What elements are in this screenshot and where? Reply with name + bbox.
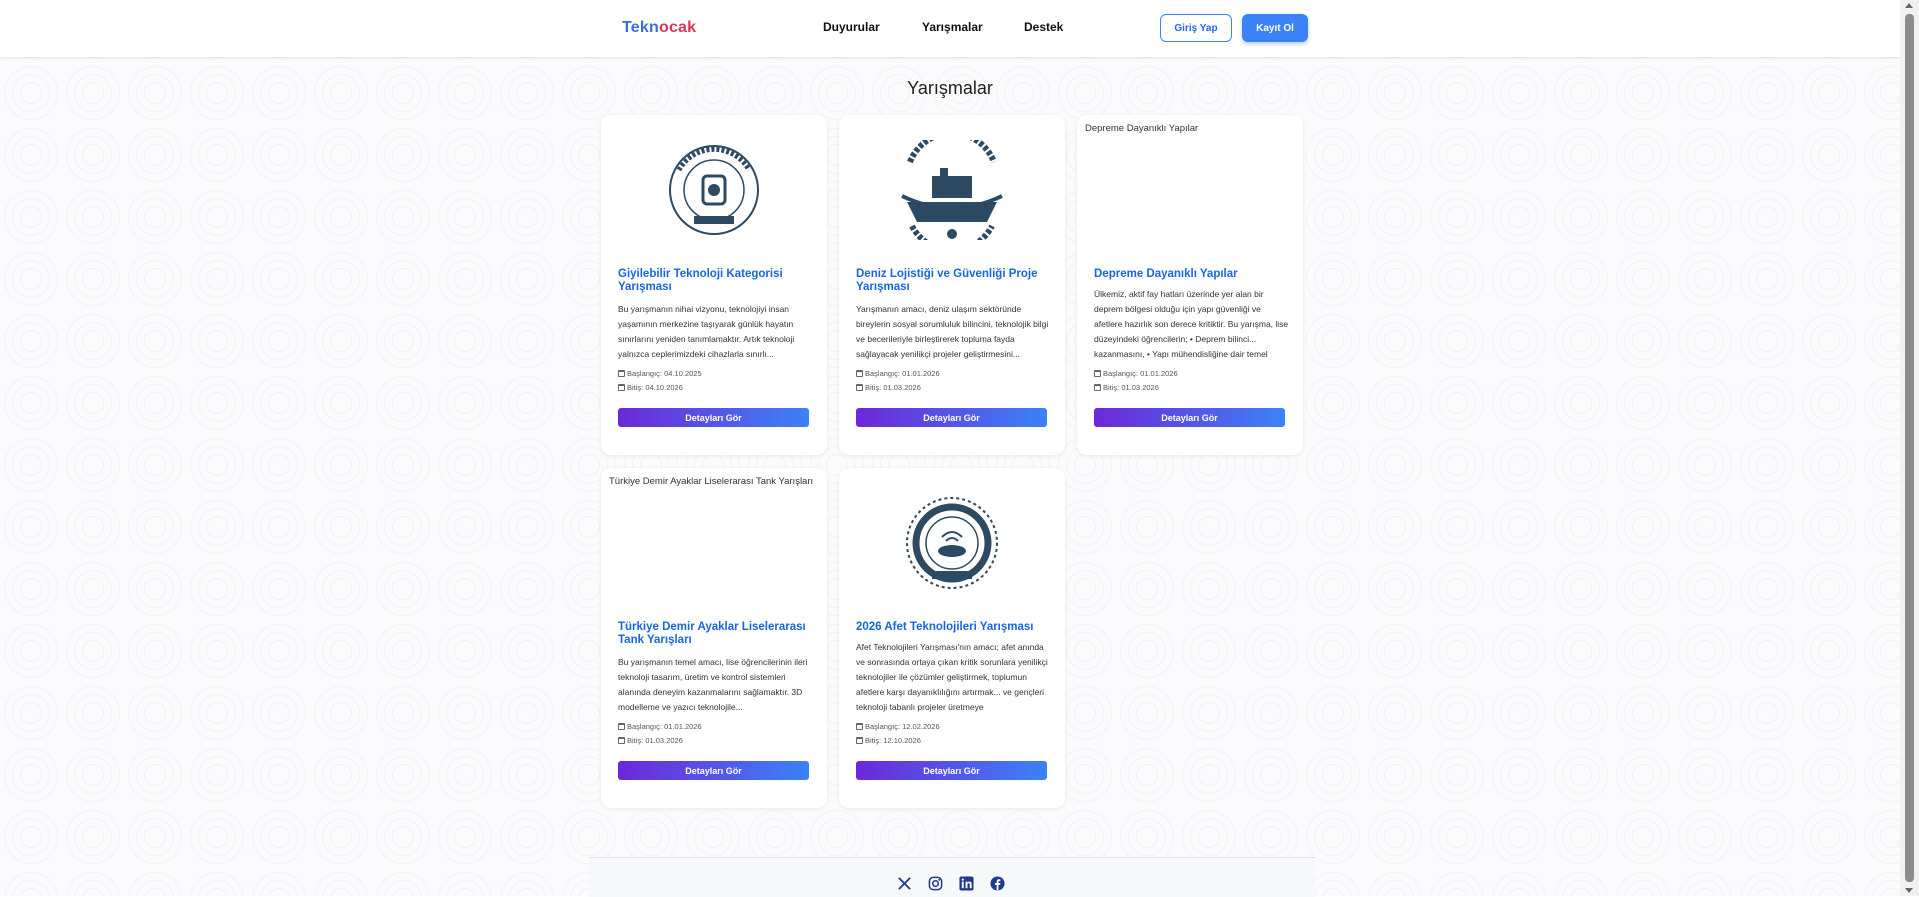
competition-card: Türkiye Demir Ayaklar Liselerarası Tank … [601,468,827,808]
calendar-icon [1094,370,1101,377]
calendar-icon [618,737,625,744]
instagram-icon[interactable] [927,875,943,891]
calendar-icon [618,723,625,730]
details-button[interactable]: Detayları Gör [856,761,1047,780]
calendar-icon [618,370,625,377]
start-date-text: Başlangıç: 01.01.2026 [865,369,940,378]
end-date: Bitiş: 01.03.2026 [1094,383,1159,392]
footer [589,857,1315,897]
card-image-broken: Türkiye Demir Ayaklar Liselerarası Tank … [601,468,827,618]
start-date: Başlangıç: 01.01.2026 [618,722,702,731]
calendar-icon [856,737,863,744]
login-button[interactable]: Giriş Yap [1160,14,1232,42]
competition-card: Giyilebilir Teknoloji Kategorisi Yarışma… [601,115,827,455]
details-button[interactable]: Detayları Gör [618,761,809,780]
nav-link-destek[interactable]: Destek [1024,20,1063,34]
card-title[interactable]: Deniz Lojistiği ve Güvenliği Proje Yarış… [856,268,1051,294]
competition-card: 2026 Afet Teknolojileri Yarışması Afet T… [839,468,1065,808]
details-button[interactable]: Detayları Gör [856,408,1047,427]
card-title[interactable]: Türkiye Demir Ayaklar Liselerarası Tank … [618,621,813,647]
end-date-text: Bitiş: 01.03.2026 [865,383,921,392]
end-date: Bitiş: 04.10.2026 [618,383,683,392]
end-date: Bitiş: 12.10.2026 [856,736,921,745]
card-description: Bu yarışmanın nihai vizyonu, teknolojiyi… [618,304,795,359]
page-title: Yarışmalar [907,78,993,98]
end-date-text: Bitiş: 04.10.2026 [627,383,683,392]
card-description: Yarışmanın amacı, deniz ulaşım sektöründ… [856,304,1049,359]
card-description: Afet Teknolojileri Yarışması'nın amacı; … [856,642,1048,712]
competition-card: Depreme Dayanıklı Yapılar Depreme Dayanı… [1077,115,1303,455]
site-logo[interactable]: Teknocak [622,19,696,37]
details-button[interactable]: Detayları Gör [1094,408,1285,427]
start-date-text: Başlangıç: 01.01.2026 [1103,369,1178,378]
end-date-text: Bitiş: 01.03.2026 [627,736,683,745]
card-title[interactable]: Giyilebilir Teknoloji Kategorisi Yarışma… [618,268,813,294]
image-alt-text: Türkiye Demir Ayaklar Liselerarası Tank … [609,476,814,487]
top-navbar: Teknocak Duyurular Yarışmalar Destek Gir… [0,0,1900,57]
linkedin-icon[interactable] [958,875,974,891]
start-date: Başlangıç: 12.02.2026 [856,722,940,731]
logo-text-part3: cak [668,19,697,36]
logo-text-part1: Tekn [622,19,659,36]
register-button[interactable]: Kayıt Ol [1242,14,1308,42]
wearable-tech-seal-icon [669,145,759,235]
x-icon[interactable] [896,875,912,891]
card-image-broken: Depreme Dayanıklı Yapılar [1077,115,1303,265]
card-description: Ülkemiz, aktif fay hatları üzerinde yer … [1094,289,1289,359]
disaster-tech-seal-icon [906,497,998,589]
card-image [839,468,1065,618]
start-date: Başlangıç: 01.01.2026 [856,369,940,378]
facebook-icon[interactable] [989,875,1005,891]
start-date-text: Başlangıç: 04.10.2025 [627,369,702,378]
start-date-text: Başlangıç: 12.02.2026 [865,722,940,731]
end-date: Bitiş: 01.03.2026 [618,736,683,745]
nav-link-yarismalar[interactable]: Yarışmalar [922,20,983,34]
start-date: Başlangıç: 04.10.2025 [618,369,702,378]
logo-text-part2: o [658,19,669,36]
details-button[interactable]: Detayları Gör [618,408,809,427]
calendar-icon [1094,384,1101,391]
image-alt-text: Depreme Dayanıklı Yapılar [1085,123,1199,134]
card-image [839,115,1065,265]
scroll-down-icon[interactable] [1905,888,1913,893]
start-date: Başlangıç: 01.01.2026 [1094,369,1178,378]
end-date-text: Bitiş: 12.10.2026 [865,736,921,745]
page-scrollbar[interactable] [1900,0,1919,896]
end-date-text: Bitiş: 01.03.2026 [1103,383,1159,392]
maritime-seal-icon [901,140,1003,240]
calendar-icon [618,384,625,391]
scroll-up-icon[interactable] [1905,3,1913,8]
competition-card: Deniz Lojistiği ve Güvenliği Proje Yarış… [839,115,1065,455]
card-image [601,115,827,265]
nav-link-duyurular[interactable]: Duyurular [823,20,880,34]
card-description: Bu yarışmanın temel amacı, lise öğrencil… [618,657,808,712]
end-date: Bitiş: 01.03.2026 [856,383,921,392]
start-date-text: Başlangıç: 01.01.2026 [627,722,702,731]
card-title[interactable]: Depreme Dayanıklı Yapılar [1094,268,1289,281]
calendar-icon [856,384,863,391]
calendar-icon [856,370,863,377]
calendar-icon [856,723,863,730]
scrollbar-thumb[interactable] [1905,14,1914,882]
card-title[interactable]: 2026 Afet Teknolojileri Yarışması [856,621,1051,634]
